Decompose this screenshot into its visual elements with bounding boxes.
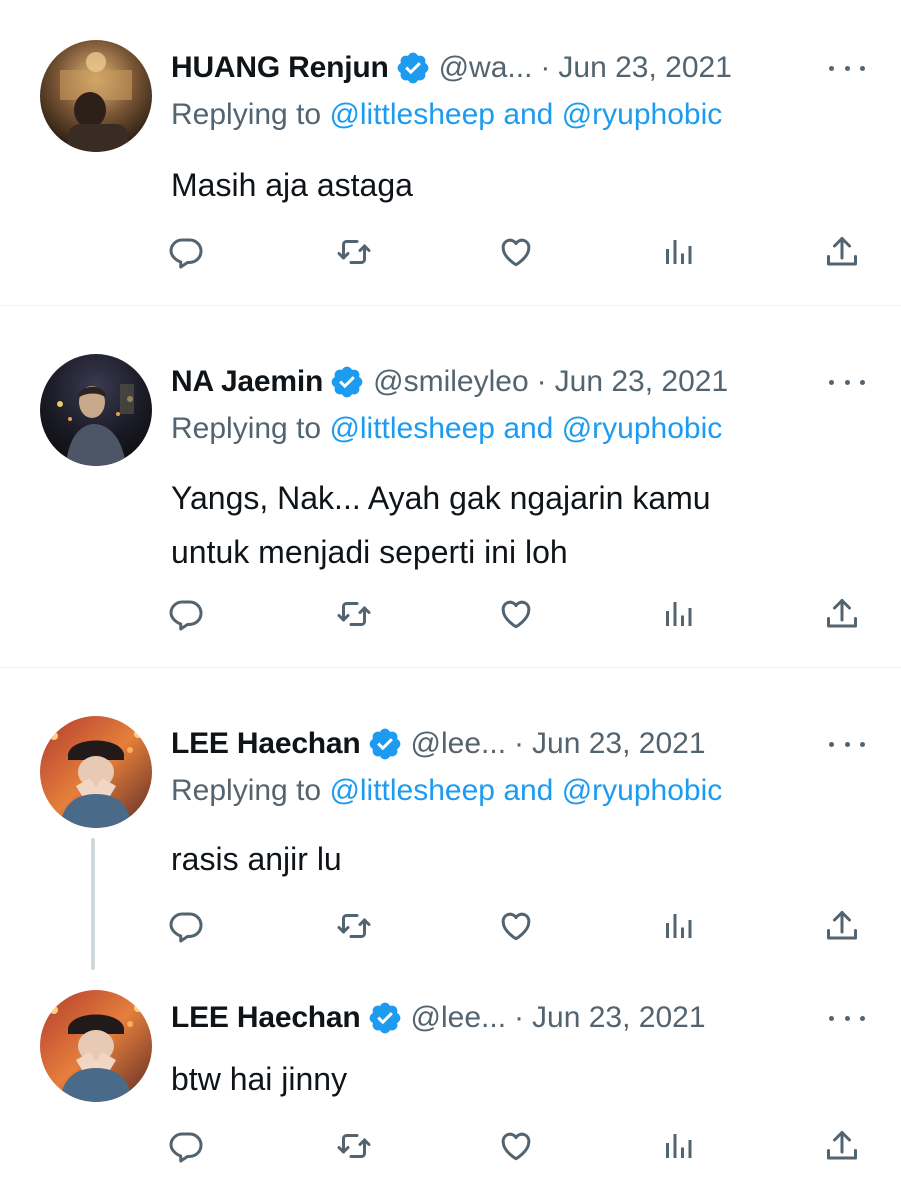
timestamp[interactable]: Jun 23, 2021 bbox=[558, 51, 731, 85]
tweet-text: Masih aja astaga bbox=[171, 158, 851, 212]
share-icon[interactable] bbox=[822, 232, 862, 272]
avatar-photo-icon bbox=[40, 40, 152, 152]
views-icon[interactable] bbox=[658, 1126, 698, 1166]
tweet-text: Yangs, Nak... Ayah gak ngajarin kamu unt… bbox=[171, 471, 851, 579]
share-icon[interactable] bbox=[822, 1126, 862, 1166]
avatar[interactable] bbox=[40, 990, 152, 1102]
retweet-icon[interactable] bbox=[334, 594, 374, 634]
retweet-icon[interactable] bbox=[334, 906, 374, 946]
like-icon[interactable] bbox=[496, 594, 536, 634]
avatar-photo-icon bbox=[40, 716, 152, 828]
tweet-text-line: Masih aja astaga bbox=[171, 167, 413, 203]
tweet[interactable]: NA Jaemin @smileyleo · Jun 23, 2021 Repl… bbox=[0, 306, 901, 667]
avatar[interactable] bbox=[40, 716, 152, 828]
avatar[interactable] bbox=[40, 40, 152, 152]
retweet-icon[interactable] bbox=[334, 232, 374, 272]
reply-icon[interactable] bbox=[166, 906, 206, 946]
display-name[interactable]: LEE Haechan bbox=[171, 727, 361, 761]
views-icon[interactable] bbox=[658, 232, 698, 272]
separator: · bbox=[514, 727, 525, 760]
tweet-text-line: btw hai jinny bbox=[171, 1061, 348, 1097]
more-icon[interactable] bbox=[829, 734, 865, 754]
avatar[interactable] bbox=[40, 354, 152, 466]
more-icon[interactable] bbox=[829, 372, 865, 392]
reply-icon[interactable] bbox=[166, 594, 206, 634]
separator: · bbox=[536, 365, 547, 398]
tweet-text-line: rasis anjir lu bbox=[171, 841, 342, 877]
retweet-icon[interactable] bbox=[334, 1126, 374, 1166]
like-icon[interactable] bbox=[496, 1126, 536, 1166]
verified-badge-icon bbox=[367, 1000, 403, 1036]
separator: · bbox=[540, 51, 551, 84]
reply-icon[interactable] bbox=[166, 1126, 206, 1166]
display-name[interactable]: LEE Haechan bbox=[171, 1001, 361, 1035]
views-icon[interactable] bbox=[658, 906, 698, 946]
action-bar bbox=[0, 1126, 901, 1166]
share-icon[interactable] bbox=[822, 594, 862, 634]
replying-to: Replying to @littlesheep and @ryuphobic bbox=[171, 412, 722, 446]
views-icon[interactable] bbox=[658, 594, 698, 634]
separator: · bbox=[514, 1001, 525, 1034]
tweet-text: rasis anjir lu bbox=[171, 832, 851, 886]
reply-mentions[interactable]: @littlesheep and @ryuphobic bbox=[329, 412, 722, 445]
reply-icon[interactable] bbox=[166, 232, 206, 272]
timestamp[interactable]: Jun 23, 2021 bbox=[532, 727, 705, 761]
tweet-text: btw hai jinny bbox=[171, 1052, 851, 1106]
timestamp[interactable]: Jun 23, 2021 bbox=[555, 365, 728, 399]
reply-mentions[interactable]: @littlesheep and @ryuphobic bbox=[329, 774, 722, 807]
display-name[interactable]: NA Jaemin bbox=[171, 365, 323, 399]
action-bar bbox=[0, 232, 901, 272]
display-name[interactable]: HUANG Renjun bbox=[171, 51, 389, 85]
tweet[interactable]: LEE Haechan @lee... · Jun 23, 2021 Reply… bbox=[0, 668, 901, 968]
replying-to: Replying to @littlesheep and @ryuphobic bbox=[171, 774, 722, 808]
handle[interactable]: @lee... bbox=[411, 1001, 507, 1035]
reply-mentions[interactable]: @littlesheep and @ryuphobic bbox=[329, 98, 722, 131]
replying-to: Replying to @littlesheep and @ryuphobic bbox=[171, 98, 722, 132]
replying-to-label: Replying to bbox=[171, 98, 322, 131]
avatar-photo-icon bbox=[40, 354, 152, 466]
action-bar bbox=[0, 906, 901, 946]
replying-to-label: Replying to bbox=[171, 774, 322, 807]
verified-badge-icon bbox=[329, 364, 365, 400]
tweet[interactable]: LEE Haechan @lee... · Jun 23, 2021 btw h… bbox=[0, 968, 901, 1200]
avatar-photo-icon bbox=[40, 990, 152, 1102]
share-icon[interactable] bbox=[822, 906, 862, 946]
handle[interactable]: @smileyleo bbox=[373, 365, 529, 399]
tweet-text-line: untuk menjadi seperti ini loh bbox=[171, 534, 568, 570]
more-icon[interactable] bbox=[829, 1008, 865, 1028]
like-icon[interactable] bbox=[496, 906, 536, 946]
verified-badge-icon bbox=[395, 50, 431, 86]
action-bar bbox=[0, 594, 901, 634]
tweet[interactable]: HUANG Renjun @wa... · Jun 23, 2021 Reply… bbox=[0, 0, 901, 305]
handle[interactable]: @lee... bbox=[411, 727, 507, 761]
timestamp[interactable]: Jun 23, 2021 bbox=[532, 1001, 705, 1035]
tweet-text-line: Yangs, Nak... Ayah gak ngajarin kamu bbox=[171, 480, 711, 516]
more-icon[interactable] bbox=[829, 58, 865, 78]
verified-badge-icon bbox=[367, 726, 403, 762]
replying-to-label: Replying to bbox=[171, 412, 322, 445]
like-icon[interactable] bbox=[496, 232, 536, 272]
handle[interactable]: @wa... bbox=[439, 51, 533, 85]
